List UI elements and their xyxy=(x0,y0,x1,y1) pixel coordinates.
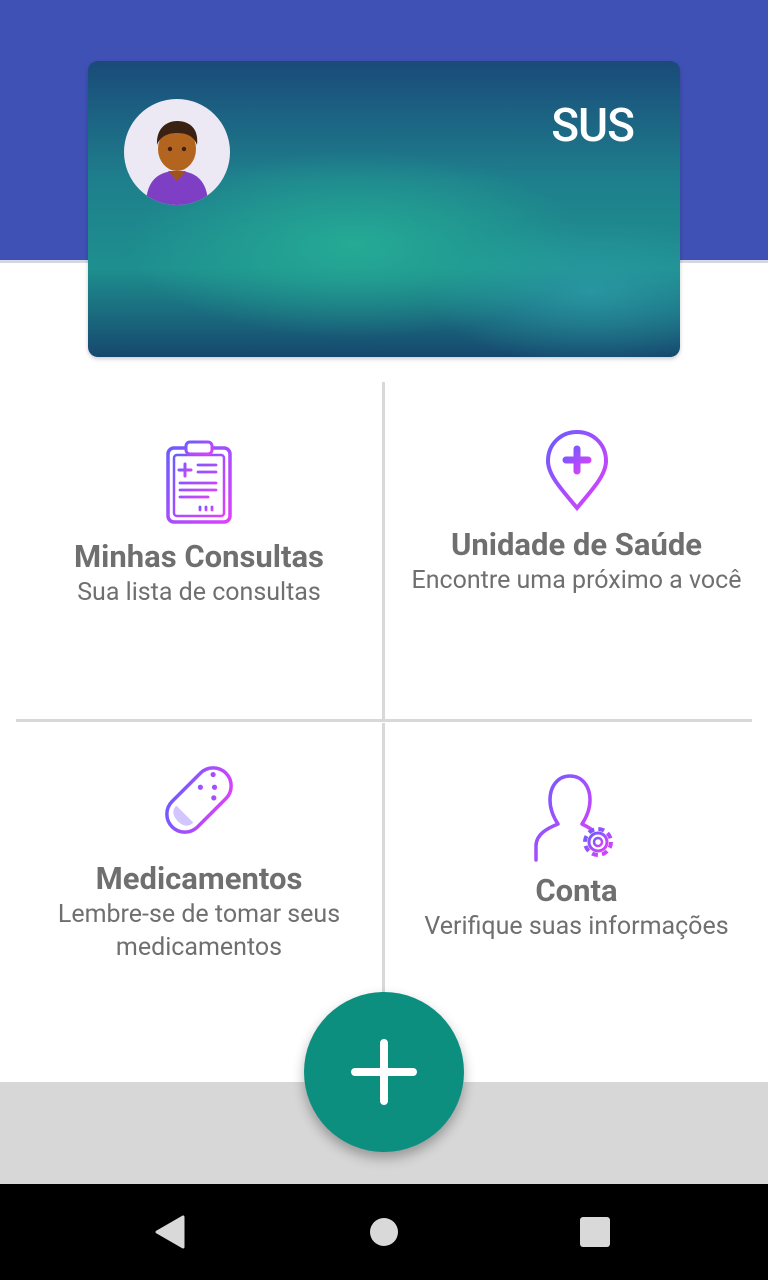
back-button[interactable] xyxy=(122,1184,218,1280)
sus-card[interactable]: SUS xyxy=(88,61,680,357)
plus-icon xyxy=(351,1039,417,1105)
clipboard-icon xyxy=(166,440,232,524)
tile-title: Conta xyxy=(535,872,618,909)
user-settings-icon xyxy=(533,774,613,862)
tile-minhas-consultas[interactable]: Minhas Consultas Sua lista de consultas xyxy=(16,440,382,609)
system-nav-bar xyxy=(0,1184,768,1280)
map-pin-plus-icon xyxy=(545,429,608,512)
tile-subtitle: Lembre-se de tomar seus medicamentos xyxy=(57,900,341,962)
card-title: SUS xyxy=(551,99,635,153)
recents-button[interactable] xyxy=(547,1184,643,1280)
recents-square-icon xyxy=(580,1217,610,1247)
person-avatar-icon[interactable] xyxy=(124,99,230,205)
home-button[interactable] xyxy=(336,1184,432,1280)
tile-title: Minhas Consultas xyxy=(74,538,324,575)
tile-subtitle: Sua lista de consultas xyxy=(77,578,321,607)
pill-capsule-icon xyxy=(165,766,233,834)
grid-divider-horizontal xyxy=(16,719,752,722)
back-triangle-icon xyxy=(155,1215,185,1249)
tile-conta[interactable]: Conta Verifique suas informações xyxy=(385,772,768,943)
home-circle-icon xyxy=(370,1218,398,1246)
tile-title: Unidade de Saúde xyxy=(450,526,703,563)
tile-subtitle: Encontre uma próximo a você xyxy=(411,566,742,595)
tile-unidade-de-saude[interactable]: Unidade de Saúde Encontre uma próximo a … xyxy=(385,428,768,597)
tile-title: Medicamentos xyxy=(95,860,303,897)
tile-medicamentos[interactable]: Medicamentos Lembre-se de tomar seus med… xyxy=(16,760,382,964)
tile-subtitle: Verifique suas informações xyxy=(424,912,729,941)
add-fab-button[interactable] xyxy=(304,992,464,1152)
